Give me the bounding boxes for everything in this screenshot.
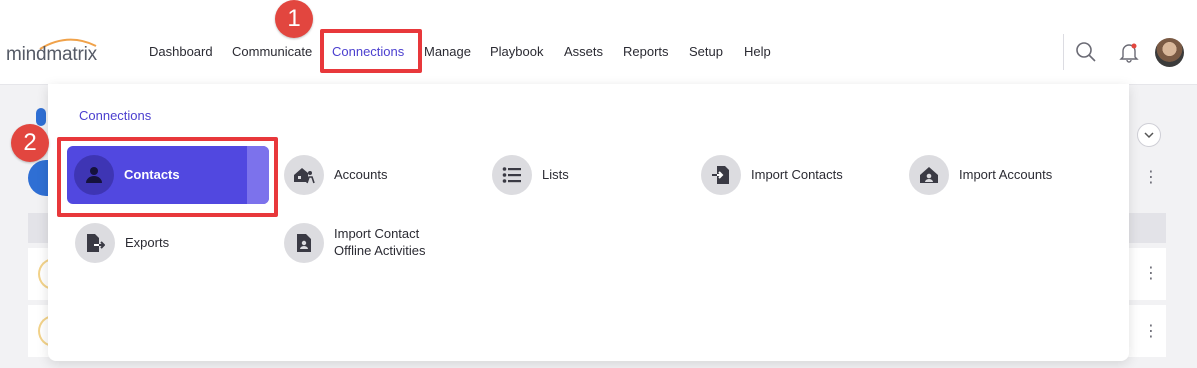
chevron-down-icon	[1144, 132, 1154, 139]
import-accounts-icon	[909, 155, 949, 195]
nav-manage[interactable]: Manage	[424, 44, 471, 59]
highlight-box-contacts	[57, 137, 278, 217]
menu-item-label: Accounts	[334, 167, 388, 182]
row-kebab-icon[interactable]: ⋮	[1143, 266, 1159, 282]
connections-dropdown-menu: Connections Contacts Accounts Lists Impo…	[48, 84, 1129, 361]
kebab-menu-icon[interactable]: ⋮	[1143, 170, 1159, 186]
mindmatrix-logo[interactable]: mindmatrix	[6, 44, 97, 66]
menu-item-import-accounts[interactable]: Import Accounts	[909, 155, 1079, 195]
menu-item-label: Import Accounts	[959, 167, 1053, 182]
collapse-toggle[interactable]	[1137, 123, 1161, 147]
menu-item-lists[interactable]: Lists	[492, 155, 642, 195]
nav-assets[interactable]: Assets	[564, 44, 603, 59]
step-badge-2: 2	[11, 124, 49, 162]
search-icon[interactable]	[1074, 40, 1098, 64]
list-icon	[492, 155, 532, 195]
menu-item-import-contact-offline-activities[interactable]: Import Contact Offline Activities	[284, 223, 464, 263]
menu-item-accounts[interactable]: Accounts	[284, 155, 434, 195]
menu-item-label-line1: Import Contact	[334, 226, 420, 241]
menu-item-label: Import Contacts	[751, 167, 843, 182]
contact-file-icon	[284, 223, 324, 263]
nav-help[interactable]: Help	[744, 44, 771, 59]
nav-dashboard[interactable]: Dashboard	[149, 44, 213, 59]
row-kebab-icon[interactable]: ⋮	[1143, 324, 1159, 340]
menu-item-import-contacts[interactable]: Import Contacts	[701, 155, 871, 195]
bell-icon[interactable]	[1117, 40, 1141, 64]
menu-item-label: Exports	[125, 235, 170, 250]
highlight-box-connections	[320, 29, 422, 73]
import-contacts-icon	[701, 155, 741, 195]
account-house-person-icon	[284, 155, 324, 195]
export-file-icon	[75, 223, 115, 263]
nav-playbook[interactable]: Playbook	[490, 44, 543, 59]
dropdown-heading: Connections	[79, 108, 152, 123]
nav-divider	[1063, 34, 1064, 70]
nav-communicate[interactable]: Communicate	[232, 44, 312, 59]
menu-item-label-line2: Offline Activities	[334, 243, 426, 258]
top-navigation-bar: mindmatrix Dashboard Communicate Connect…	[0, 0, 1197, 85]
nav-reports[interactable]: Reports	[623, 44, 669, 59]
page-logo-fragment	[36, 108, 46, 126]
menu-item-exports[interactable]: Exports	[75, 223, 225, 263]
step-badge-1: 1	[275, 0, 313, 38]
nav-setup[interactable]: Setup	[689, 44, 723, 59]
menu-item-label: Lists	[542, 167, 569, 182]
user-avatar[interactable]	[1155, 38, 1184, 67]
